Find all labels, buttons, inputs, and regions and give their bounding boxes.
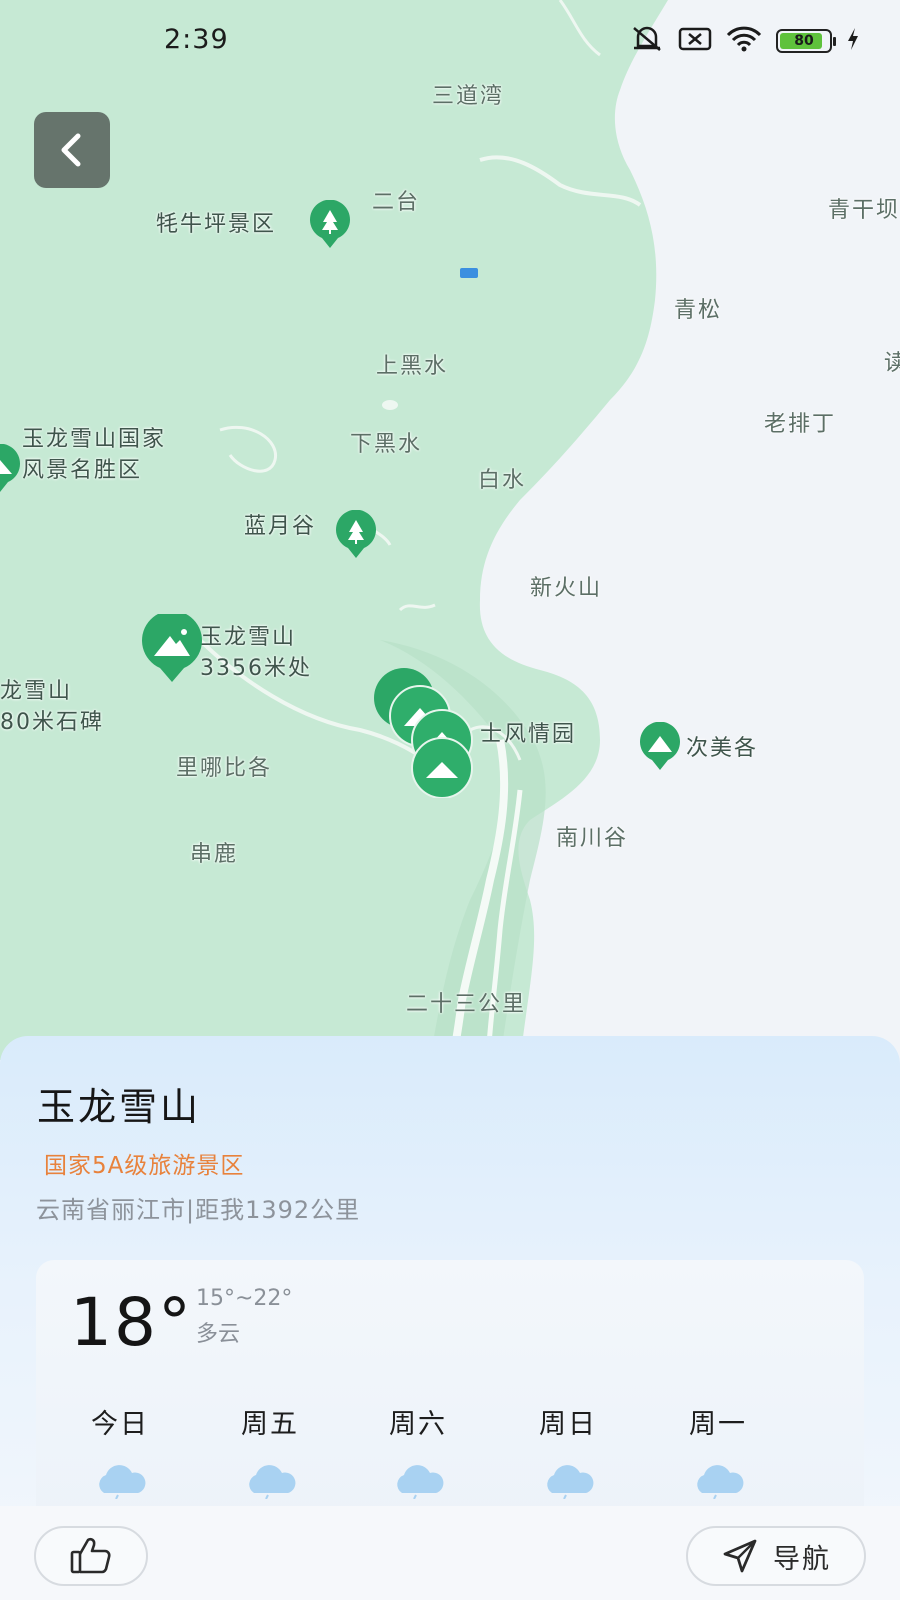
no-sim-icon — [678, 27, 712, 55]
map-label-shangheishui[interactable]: 上黑水 — [376, 348, 448, 380]
temperature-range: 15°~22° — [196, 1286, 293, 1311]
map-label-qingsong[interactable]: 青松 — [674, 292, 722, 324]
weather-card[interactable]: 18° 15°~22° 多云 今日 周五 周六 周日 周一 — [36, 1260, 864, 1540]
forecast-day: 周日 — [508, 1402, 628, 1503]
back-button[interactable] — [34, 112, 110, 188]
map-view[interactable]: 三道湾 二台 青干坝 牦牛坪景区 青松 上黑水 读 玉龙雪山国家 风景名胜区 下… — [0, 0, 900, 1060]
map-label-laopaiding[interactable]: 老排丁 — [764, 406, 836, 438]
cloud-rain-icon — [697, 1465, 744, 1500]
mountain-pin-icon[interactable] — [140, 610, 204, 684]
map-label-cimeige[interactable]: 次美各 — [686, 730, 758, 762]
map-label-nanchuangu[interactable]: 南川谷 — [556, 820, 628, 852]
map-label-lanyuegu[interactable]: 蓝月谷 — [244, 508, 316, 540]
map-terrain — [0, 0, 668, 1060]
forecast-day-label: 周六 — [389, 1409, 447, 1440]
cloud-rain-icon — [99, 1465, 146, 1500]
place-grade-badge: 国家5A级旅游景区 — [44, 1153, 245, 1179]
map-label-qinggan[interactable]: 青干坝 — [828, 192, 900, 224]
forecast-day: 周五 — [210, 1402, 330, 1503]
status-icons: 80 — [630, 26, 860, 56]
cloud-rain-icon — [547, 1465, 594, 1500]
weather-condition: 多云 — [196, 1322, 241, 1347]
mute-vibrate-icon — [630, 26, 664, 56]
map-label-edge: 读 — [884, 351, 900, 376]
mountain-pin-cluster[interactable] — [370, 668, 490, 799]
like-button[interactable] — [34, 1526, 148, 1586]
map-label-xiaheishui[interactable]: 下黑水 — [350, 426, 422, 458]
forecast-day: 今日 — [60, 1402, 180, 1503]
forest-pin-icon[interactable] — [334, 509, 378, 560]
chevron-left-icon — [61, 133, 81, 167]
place-location-distance: 云南省丽江市|距我1392公里 — [36, 1196, 361, 1224]
navigate-label: 导航 — [773, 1543, 831, 1575]
map-label-ertai[interactable]: 二台 — [372, 184, 420, 216]
map-label-ershisan[interactable]: 二十三公里 — [406, 986, 526, 1018]
forecast-day-label: 周日 — [539, 1409, 597, 1440]
forecast-day-label: 今日 — [91, 1409, 149, 1440]
battery-level: 80 — [794, 33, 814, 49]
map-label-chuanlu[interactable]: 串鹿 — [190, 836, 238, 868]
status-bar: 2:39 80 — [0, 0, 900, 80]
battery-icon: 80 — [776, 29, 836, 53]
map-label-yulong-3356[interactable]: 玉龙雪山 3356米处 — [200, 622, 312, 684]
map-label-yulong-park[interactable]: 玉龙雪山国家 风景名胜区 — [22, 424, 166, 486]
mountain-pin-icon[interactable] — [0, 444, 22, 494]
map-label-sandaowan[interactable]: 三道湾 — [432, 78, 504, 110]
mountain-pin-icon[interactable] — [638, 721, 682, 772]
forecast-day-label: 周五 — [241, 1409, 299, 1440]
cloud-rain-icon — [397, 1465, 444, 1500]
navigation-arrow-icon — [723, 1539, 757, 1573]
forecast-row: 今日 周五 周六 周日 周一 — [36, 1402, 796, 1512]
thumbs-up-icon — [70, 1537, 111, 1574]
bottom-action-bar: 导航 — [0, 1506, 900, 1600]
map-label-yulong-stele[interactable]: 龙雪山 80米石碑 — [0, 676, 104, 738]
status-time: 2:39 — [164, 24, 229, 55]
current-temperature: 18° — [70, 1284, 193, 1361]
forest-pin-icon[interactable] — [308, 199, 352, 250]
charging-icon — [846, 27, 860, 55]
map-label-baishui[interactable]: 白水 — [478, 462, 526, 494]
forecast-day: 周一 — [658, 1402, 778, 1503]
map-label-fengqingyuan[interactable]: 士风情园 — [480, 716, 576, 748]
cloud-rain-icon — [249, 1465, 296, 1500]
place-title: 玉龙雪山 — [37, 1085, 202, 1129]
map-label-maoniuping[interactable]: 牦牛坪景区 — [156, 206, 276, 238]
navigate-button[interactable]: 导航 — [686, 1526, 866, 1586]
map-label-xinhuoshan[interactable]: 新火山 — [530, 570, 602, 602]
forecast-day: 周六 — [358, 1402, 478, 1503]
forecast-day-label: 周一 — [689, 1409, 747, 1440]
wifi-icon — [726, 26, 762, 56]
map-label-linabige[interactable]: 里哪比各 — [176, 750, 272, 782]
